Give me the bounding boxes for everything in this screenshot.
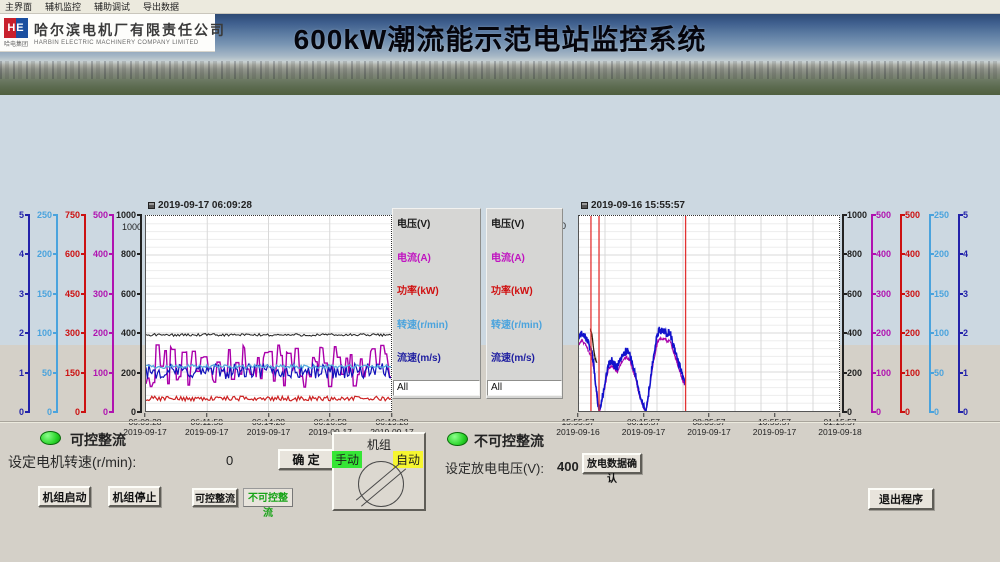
menu-item-aux-monitor[interactable]: 辅机监控	[45, 0, 81, 13]
set-discharge-voltage-label: 设定放电电压(V):	[445, 458, 544, 477]
controlled-rectifier-button[interactable]: 可控整流	[192, 488, 238, 507]
axis-tick-label: 400	[905, 250, 927, 259]
axis-tick-label: 400	[876, 250, 898, 259]
legend-current: 电流(A)	[491, 249, 562, 283]
legend-speed: 转速(r/min)	[491, 316, 562, 350]
axis-tick-label: 200	[88, 329, 110, 338]
discharge-data-confirm-button[interactable]: 放电数据确认	[582, 453, 642, 474]
live-readouts: 电机转速(r/min): 558 电流(A): 112.1 电压(V): 391…	[0, 345, 1000, 422]
rotary-lever	[356, 462, 406, 506]
left-chart-timestamp: 2019-09-17 06:09:28	[148, 200, 252, 211]
company-name-cn: 哈尔滨电机厂有限责任公司	[34, 20, 226, 40]
controlled-rectifier-label: 可控整流	[70, 430, 126, 450]
mode-rotary-switch[interactable]	[358, 461, 404, 507]
harbin-electric-logo-icon: HE 哈电集团	[4, 18, 28, 48]
axis-tick-label: 5	[963, 211, 985, 220]
uncontrolled-rectifier-button[interactable]: 不可控整流	[243, 488, 293, 507]
menu-item-export[interactable]: 导出数据	[143, 0, 179, 13]
axis-tick-label: 1000	[847, 211, 869, 220]
axis-tick-label: 300	[905, 290, 927, 299]
legend-power: 功率(kW)	[491, 282, 562, 316]
set-motor-speed-label: 设定电机转速(r/min):	[8, 452, 136, 472]
unit-mode-panel: 机组 手动 自动	[332, 432, 426, 511]
right-chart-timestamp: 2019-09-16 15:55:57	[581, 200, 685, 211]
axis-tick-label: 600	[60, 250, 82, 259]
axis-tick-label: 1000	[116, 211, 138, 220]
axis-tick-label: 500	[88, 211, 110, 220]
axis-tick-label: 200	[32, 250, 54, 259]
axis-tick-label: 4	[4, 250, 26, 259]
controlled-rectifier-led	[40, 431, 61, 445]
axis-tick-label: 4	[963, 250, 985, 259]
exit-program-button[interactable]: 退出程序	[868, 488, 934, 510]
legend-power: 功率(kW)	[397, 282, 480, 316]
company-logo-box: HE 哈电集团 哈尔滨电机厂有限责任公司 HARBIN ELECTRIC MAC…	[0, 14, 215, 52]
axis-tick-label: 800	[847, 250, 869, 259]
company-name-en: HARBIN ELECTRIC MACHINERY COMPANY LIMITE…	[34, 40, 226, 46]
city-skyline	[0, 61, 1000, 79]
axis-tick-label: 450	[60, 290, 82, 299]
axis-tick-label: 300	[60, 329, 82, 338]
unit-stop-button[interactable]: 机组停止	[108, 486, 161, 507]
unit-start-button[interactable]: 机组启动	[38, 486, 91, 507]
axis-tick-label: 150	[934, 290, 956, 299]
axis-tick-label: 250	[32, 211, 54, 220]
menu-item-main[interactable]: 主界面	[5, 0, 32, 13]
axis-tick-label: 300	[876, 290, 898, 299]
confirm-button[interactable]: 确 定	[278, 449, 334, 470]
axis-tick-label: 100	[32, 329, 54, 338]
axis-tick-label: 3	[963, 290, 985, 299]
menu-bar: 主界面 辅机监控 辅助调试 导出数据	[0, 0, 1000, 14]
axis-tick-label: 3	[4, 290, 26, 299]
axis-tick-label: 400	[88, 250, 110, 259]
axis-tick-label: 600	[116, 290, 138, 299]
axis-tick-label: 200	[905, 329, 927, 338]
trend-chart-section: 2019-09-17 06:09:28 1000 543210250200150…	[0, 95, 1000, 345]
uncontrolled-rectifier-led	[447, 432, 468, 446]
manual-mode-tag[interactable]: 手动	[332, 451, 362, 468]
axis-tick-label: 250	[934, 211, 956, 220]
banner-photo: 600kW潮流能示范电站监控系统 HE 哈电集团 哈尔滨电机厂有限责任公司 HA…	[0, 14, 1000, 95]
chart-window-icon	[148, 202, 155, 209]
axis-tick-label: 2	[963, 329, 985, 338]
legend-voltage: 电压(V)	[491, 215, 562, 249]
axis-tick-label: 600	[847, 290, 869, 299]
section-divider	[0, 421, 1000, 423]
set-motor-speed-value[interactable]: 0	[226, 453, 233, 468]
axis-tick-label: 200	[934, 250, 956, 259]
axis-tick-label: 400	[116, 329, 138, 338]
axis-tick-label: 300	[88, 290, 110, 299]
legend-voltage: 电压(V)	[397, 215, 480, 249]
axis-tick-label: 750	[60, 211, 82, 220]
set-discharge-voltage-value[interactable]: 400	[557, 459, 579, 474]
axis-tick-label: 500	[905, 211, 927, 220]
axis-tick-label: 5	[4, 211, 26, 220]
axis-tick-label: 500	[876, 211, 898, 220]
uncontrolled-rectifier-label: 不可控整流	[474, 431, 544, 451]
legend-speed: 转速(r/min)	[397, 316, 480, 350]
axis-tick-label: 150	[32, 290, 54, 299]
chart-window-icon	[581, 202, 588, 209]
axis-tick-label: 800	[116, 250, 138, 259]
legend-current: 电流(A)	[397, 249, 480, 283]
menu-item-aux-debug[interactable]: 辅助调试	[94, 0, 130, 13]
axis-tick-label: 400	[847, 329, 869, 338]
axis-tick-label: 100	[934, 329, 956, 338]
axis-tick-label: 2	[4, 329, 26, 338]
axis-tick-label: 200	[876, 329, 898, 338]
